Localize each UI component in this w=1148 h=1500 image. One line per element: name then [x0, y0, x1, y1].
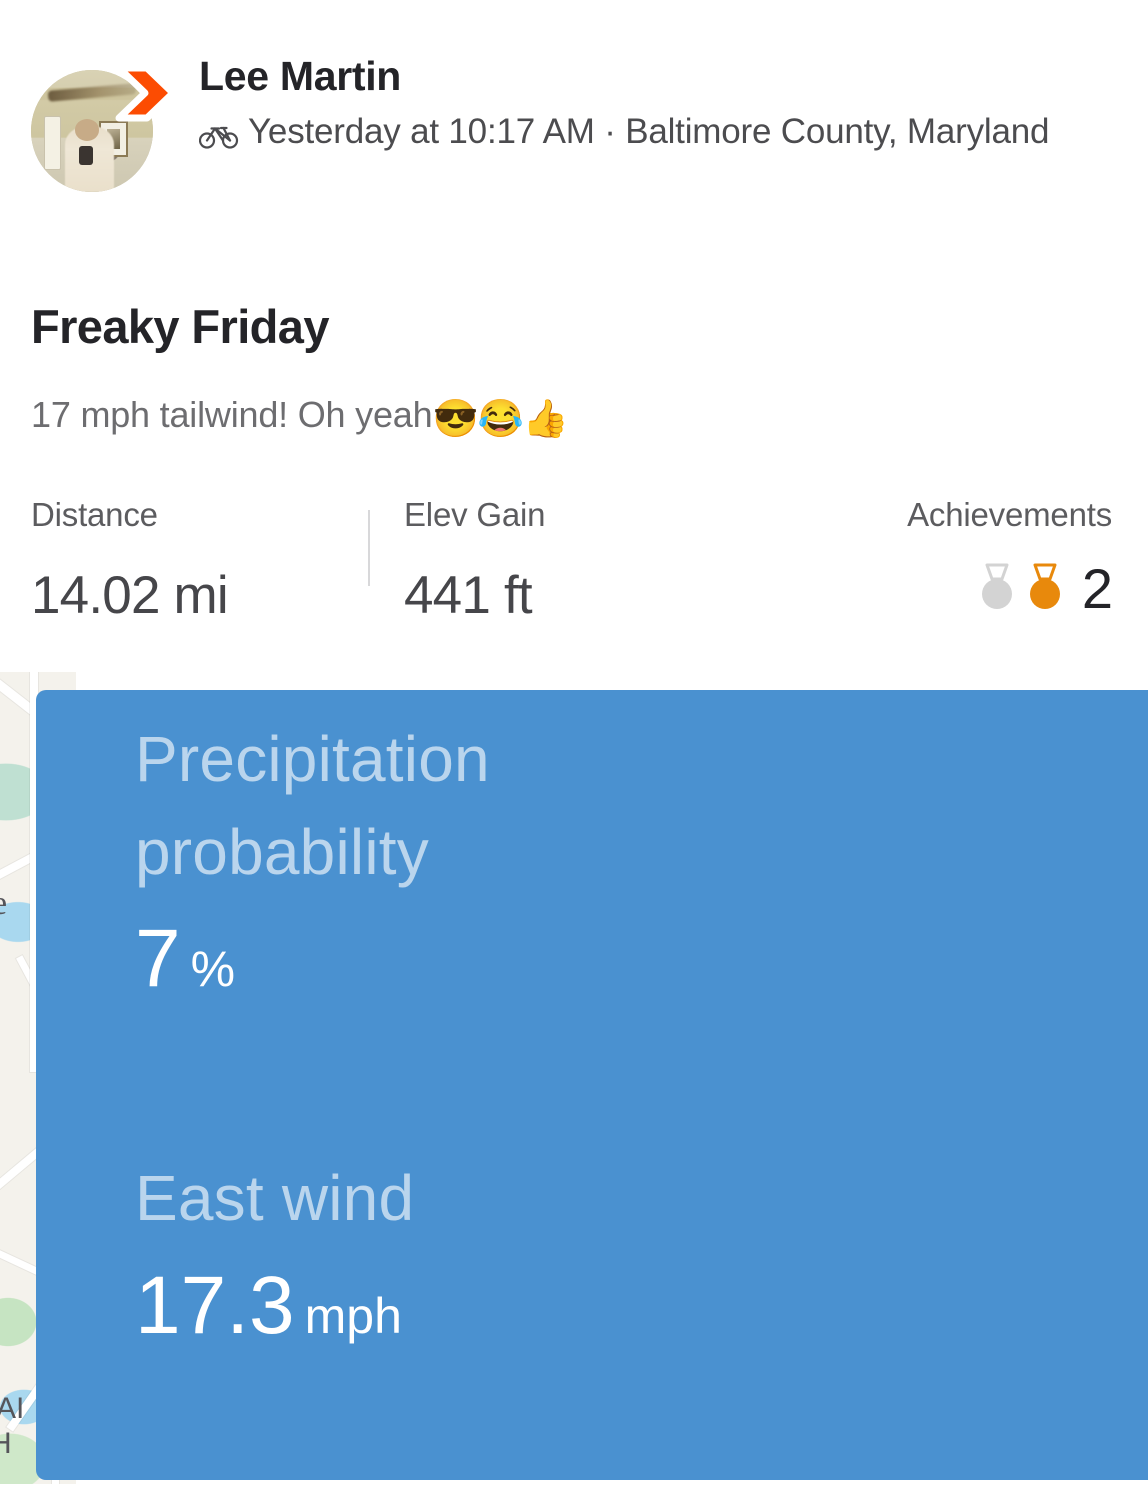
weather-wind-unit: mph [304, 1288, 402, 1345]
stat-elevation: Elev Gain 441 ft [404, 498, 545, 622]
map-label: AI [0, 1392, 25, 1425]
weather-wind-number: 17.3 [135, 1260, 295, 1352]
weather-wind-value: 17.3 mph [135, 1265, 414, 1347]
weather-precipitation-value: 7% [135, 917, 695, 1000]
avatar[interactable] [31, 62, 177, 192]
stat-distance: Distance 14.02 mi [31, 496, 229, 625]
gold-medal-icon [1024, 561, 1066, 617]
activity-stats: Distance 14.02 mi Elev Gain 441 ft Achie… [0, 498, 1148, 648]
achievement-medals-row: 2 [907, 557, 1113, 620]
header-text-block: Lee Martin Yesterday at 10:17 AM · Balti… [198, 54, 1099, 160]
map-label: H [0, 1427, 12, 1460]
stat-achievements-label: Achievements [907, 496, 1112, 533]
weather-precipitation-block: Precipitation probability 7% [135, 713, 695, 1000]
weather-precipitation-label: Precipitation probability [135, 723, 490, 889]
weather-overlay-panel[interactable]: Precipitation probability 7% East wind 1… [36, 690, 1148, 1480]
avatar-photo-detail-head [74, 118, 100, 141]
bicycle-icon [198, 117, 239, 160]
achievement-count: 2 [1081, 557, 1113, 620]
strava-chevron-icon [113, 62, 179, 124]
avatar-photo-detail-door [44, 116, 62, 170]
activity-description: 17 mph tailwind! Oh yeah😎😂👍 [31, 394, 569, 441]
activity-title[interactable]: Freaky Friday [31, 299, 329, 354]
avatar-photo-detail-phone [78, 145, 94, 166]
strava-activity-card: Lee Martin Yesterday at 10:17 AM · Balti… [0, 0, 1148, 1500]
stat-elevation-label: Elev Gain [404, 496, 546, 533]
silver-medal-icon [976, 561, 1018, 617]
activity-header: Lee Martin Yesterday at 10:17 AM · Balti… [0, 0, 1148, 250]
activity-description-text: 17 mph tailwind! Oh yeah [31, 394, 433, 435]
activity-meta-text: Yesterday at 10:17 AM · Baltimore County… [248, 112, 1050, 152]
stat-divider [368, 510, 370, 586]
map-label: e [0, 885, 7, 923]
stat-distance-label: Distance [31, 496, 158, 533]
weather-precipitation-number: 7 [135, 912, 181, 1004]
stat-achievements[interactable]: Achievements 2 [907, 496, 1113, 620]
athlete-name[interactable]: Lee Martin [199, 54, 1099, 98]
activity-description-emojis: 😎😂👍 [432, 398, 568, 439]
stat-distance-value: 14.02 mi [31, 566, 229, 625]
weather-wind-label: East wind [135, 1162, 415, 1234]
weather-wind-block: East wind 17.3 mph [135, 1152, 414, 1347]
activity-meta: Yesterday at 10:17 AM · Baltimore County… [198, 111, 1099, 160]
stat-elevation-value: 441 ft [404, 566, 533, 625]
weather-precipitation-unit: % [190, 940, 236, 997]
